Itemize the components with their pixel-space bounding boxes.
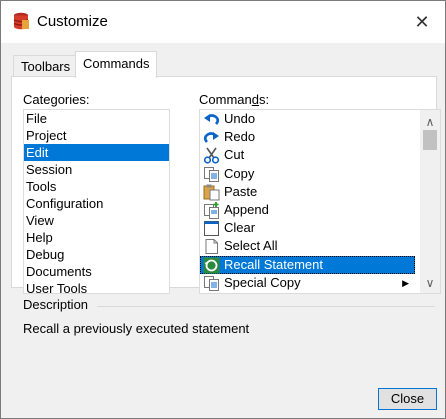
category-item[interactable]: Debug	[24, 246, 169, 263]
command-item-clear[interactable]: Clear	[200, 219, 414, 237]
command-item-paste[interactable]: Paste	[200, 183, 414, 201]
category-item[interactable]: File	[24, 110, 169, 127]
category-item[interactable]: Project	[24, 127, 169, 144]
special-copy-icon	[204, 275, 219, 291]
cut-icon	[203, 147, 220, 164]
window-close-button[interactable]: ✕	[399, 1, 445, 43]
description-heading: Description	[23, 297, 95, 312]
command-item-redo[interactable]: Redo	[200, 128, 414, 146]
category-item[interactable]: User Tools	[24, 280, 169, 293]
append-icon	[204, 201, 219, 219]
undo-icon	[204, 114, 220, 125]
close-icon: ✕	[414, 11, 430, 32]
categories-label: Categories:	[23, 92, 90, 107]
category-item[interactable]: Configuration	[24, 195, 169, 212]
app-icon	[13, 12, 29, 30]
close-button[interactable]: Close	[378, 388, 437, 410]
category-item[interactable]: Tools	[24, 178, 169, 195]
paste-icon	[203, 184, 220, 201]
command-item-append[interactable]: Append	[200, 201, 414, 219]
command-item-special-copy[interactable]: Special Copy ▶	[200, 274, 414, 292]
redo-icon	[203, 132, 219, 144]
scroll-up-icon[interactable]: ∧	[420, 114, 440, 130]
title-bar: Customize ✕	[1, 1, 445, 43]
category-item[interactable]: Session	[24, 161, 169, 178]
select-all-icon	[205, 239, 218, 255]
description-divider	[97, 306, 435, 307]
description-text: Recall a previously executed statement	[23, 321, 250, 336]
commands-label: Commands:	[199, 92, 270, 107]
command-item-undo[interactable]: Undo	[200, 110, 414, 128]
commands-list[interactable]: Undo Redo Cut Copy Paste Append Clear Se…	[199, 109, 441, 294]
submenu-arrow-icon: ▶	[402, 277, 409, 288]
copy-icon	[204, 166, 219, 182]
clear-icon	[204, 221, 219, 237]
command-item-copy[interactable]: Copy	[200, 165, 414, 183]
command-item-cut[interactable]: Cut	[200, 146, 414, 164]
command-item-recall-statement[interactable]: Recall Statement	[200, 255, 415, 274]
window-title: Customize	[37, 13, 108, 30]
recall-icon	[203, 257, 220, 273]
scroll-down-icon[interactable]: ∨	[420, 275, 440, 291]
category-item[interactable]: Documents	[24, 263, 169, 280]
command-item-select-all[interactable]: Select All	[200, 237, 414, 255]
tab-toolbars[interactable]: Toolbars	[13, 55, 79, 78]
scroll-thumb[interactable]	[423, 130, 437, 150]
categories-list[interactable]: File Project Edit Session Tools Configur…	[23, 109, 170, 294]
customize-dialog: Customize ✕ Toolbars Commands Categories…	[0, 0, 446, 419]
category-item[interactable]: View	[24, 212, 169, 229]
category-item[interactable]: Help	[24, 229, 169, 246]
category-item-selected[interactable]: Edit	[24, 144, 169, 161]
tab-commands[interactable]: Commands	[75, 51, 158, 78]
commands-scrollbar[interactable]: ∧ ∨	[420, 110, 440, 293]
